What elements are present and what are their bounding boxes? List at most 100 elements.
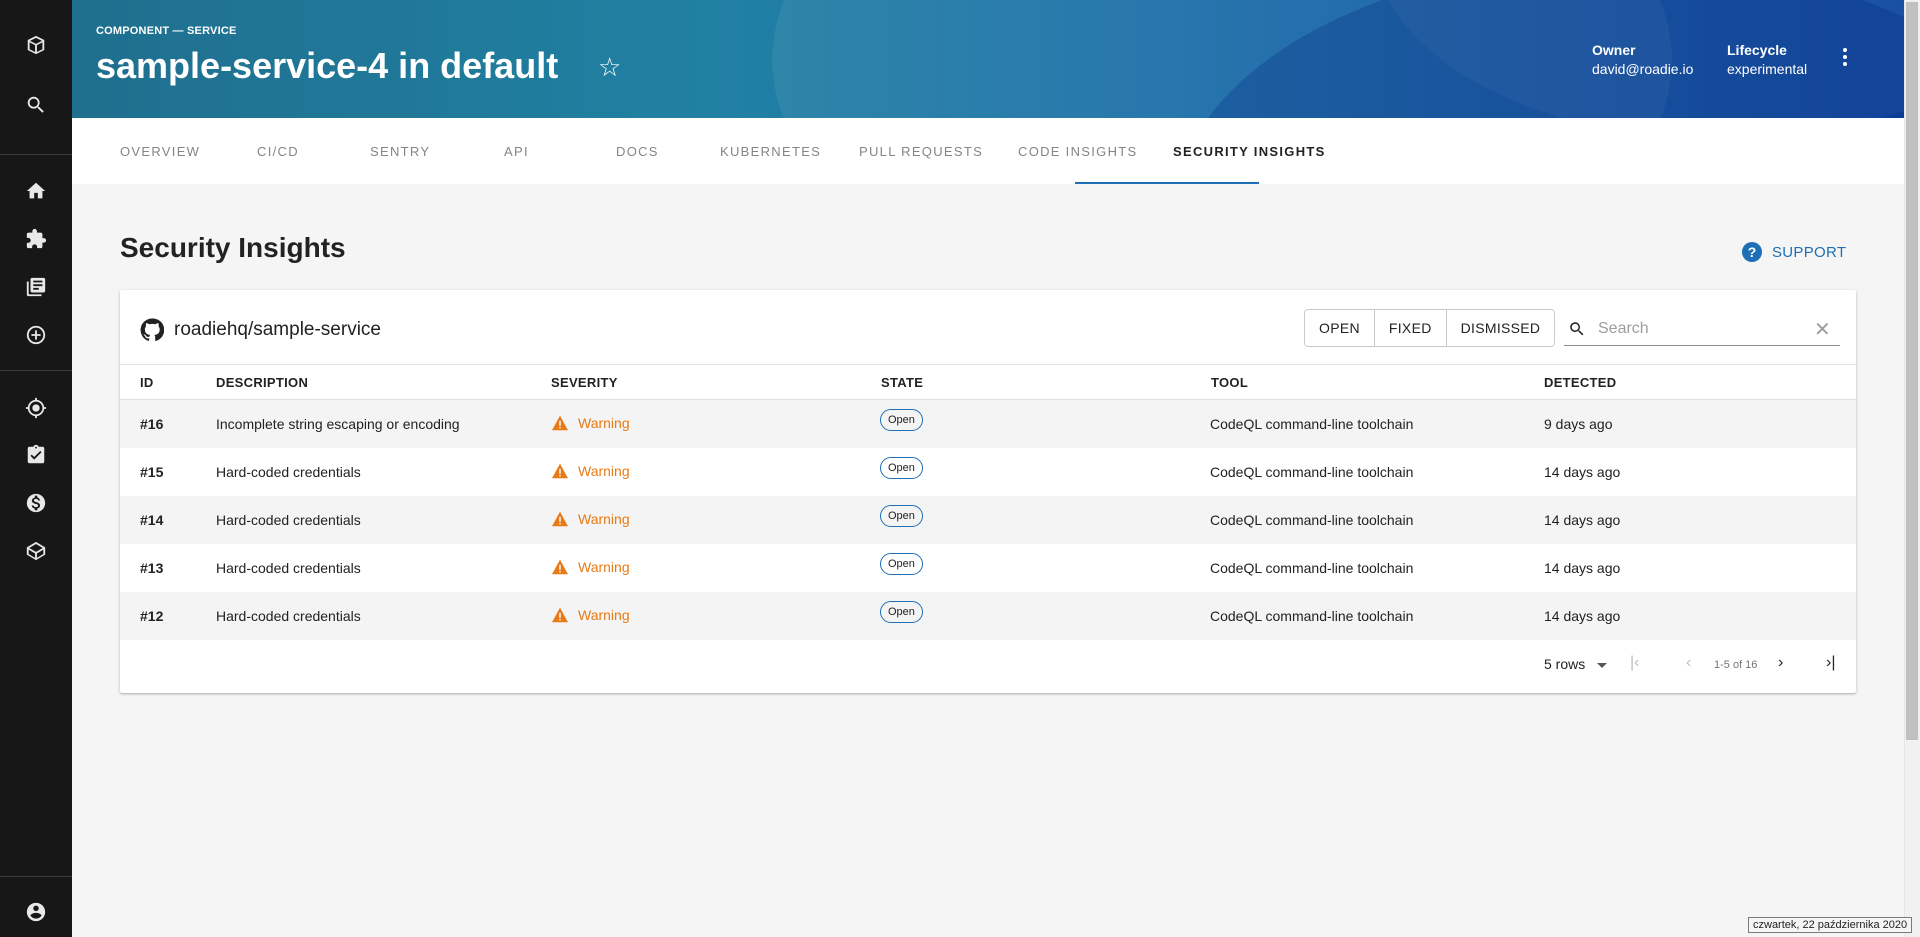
severity-cell: Warning (551, 607, 630, 623)
state-badge: Open (880, 601, 923, 623)
state-badge: Open (880, 409, 923, 431)
target-icon[interactable] (24, 396, 48, 420)
severity-label: Warning (578, 511, 630, 527)
alert-description: Incomplete string escaping or encoding (216, 416, 460, 432)
state-badge: Open (880, 457, 923, 479)
graph-icon[interactable] (24, 539, 48, 563)
filter-fixed-button[interactable]: FIXED (1375, 310, 1447, 346)
support-button[interactable]: ? SUPPORT (1742, 242, 1846, 262)
warning-icon (552, 415, 568, 431)
tab-ci-cd[interactable]: CI/CD (257, 144, 299, 159)
filter-dismissed-button[interactable]: DISMISSED (1447, 310, 1555, 346)
lifecycle-meta: Lifecycle experimental (1727, 42, 1807, 77)
dollar-icon[interactable] (24, 491, 48, 515)
search-icon (1570, 322, 1584, 336)
alert-id: #14 (140, 512, 164, 528)
column-header-description[interactable]: DESCRIPTION (216, 375, 308, 390)
state-filter-group: OPEN FIXED DISMISSED (1304, 309, 1556, 347)
state-badge: Open (880, 505, 923, 527)
alert-tool: CodeQL command-line toolchain (1210, 608, 1414, 624)
page-range: 1-5 of 16 (1714, 659, 1758, 671)
help-icon: ? (1742, 242, 1762, 262)
alert-id: #15 (140, 464, 164, 480)
search-input[interactable] (1598, 317, 1808, 341)
lifecycle-label: Lifecycle (1727, 42, 1787, 58)
tab-overview[interactable]: OVERVIEW (120, 144, 200, 159)
tab-pull-requests[interactable]: PULL REQUESTS (859, 144, 983, 159)
sidebar-divider (0, 370, 72, 371)
next-page-icon[interactable]: › (1778, 654, 1783, 672)
alert-detected: 14 days ago (1544, 560, 1621, 576)
alert-description: Hard-coded credentials (216, 512, 361, 528)
column-header-severity[interactable]: SEVERITY (551, 375, 618, 390)
alert-tool: CodeQL command-line toolchain (1210, 464, 1414, 480)
alert-detected: 14 days ago (1544, 608, 1621, 624)
table-row[interactable]: #14 Hard-coded credentials Warning Open … (120, 496, 1856, 544)
severity-label: Warning (578, 415, 630, 431)
owner-value[interactable]: david@roadie.io (1592, 61, 1693, 77)
star-icon[interactable]: ☆ (598, 52, 621, 83)
alert-description: Hard-coded credentials (216, 608, 361, 624)
alert-id: #12 (140, 608, 164, 624)
page-header-title: sample-service-4 in default (96, 45, 559, 86)
tab-security-insights[interactable]: SECURITY INSIGHTS (1173, 144, 1326, 159)
sidebar-divider (0, 154, 72, 155)
column-header-detected[interactable]: DETECTED (1544, 375, 1616, 390)
severity-label: Warning (578, 559, 630, 575)
first-page-icon[interactable]: |‹ (1630, 654, 1639, 672)
previous-page-icon[interactable]: ‹ (1686, 654, 1691, 672)
column-header-id[interactable]: ID (140, 375, 154, 390)
alert-id: #16 (140, 416, 164, 432)
column-header-state[interactable]: STATE (881, 375, 923, 390)
security-insights-card: roadiehq/sample-service OPEN FIXED DISMI… (120, 290, 1856, 693)
alert-id: #13 (140, 560, 164, 576)
add-circle-icon[interactable] (24, 323, 48, 347)
caret-down-icon (1597, 662, 1608, 668)
alert-description: Hard-coded credentials (216, 560, 361, 576)
warning-icon (552, 463, 568, 479)
table-header: ID DESCRIPTION SEVERITY STATE TOOL DETEC… (120, 364, 1856, 400)
table-row[interactable]: #12 Hard-coded credentials Warning Open … (120, 592, 1856, 640)
puzzle-icon[interactable] (24, 227, 48, 251)
tab-api[interactable]: API (504, 144, 529, 159)
sidebar (0, 0, 72, 937)
table-row[interactable]: #16 Incomplete string escaping or encodi… (120, 400, 1856, 448)
alert-description: Hard-coded credentials (216, 464, 361, 480)
tab-code-insights[interactable]: CODE INSIGHTS (1018, 144, 1137, 159)
alert-tool: CodeQL command-line toolchain (1210, 560, 1414, 576)
tab-docs[interactable]: DOCS (616, 144, 659, 159)
tab-bar: OVERVIEW CI/CD SENTRY API DOCS KUBERNETE… (72, 118, 1904, 184)
github-icon (140, 318, 164, 342)
pagination: 5 rows |‹ ‹ 1-5 of 16 › ›| (120, 650, 1856, 680)
taskbar-date-tooltip: czwartek, 22 października 2020 (1748, 917, 1913, 933)
table-row[interactable]: #15 Hard-coded credentials Warning Open … (120, 448, 1856, 496)
assignment-check-icon[interactable] (24, 443, 48, 467)
alert-detected: 9 days ago (1544, 416, 1613, 432)
tab-sentry[interactable]: SENTRY (370, 144, 430, 159)
column-header-tool[interactable]: TOOL (1211, 375, 1248, 390)
table-row[interactable]: #13 Hard-coded credentials Warning Open … (120, 544, 1856, 592)
library-icon[interactable] (24, 275, 48, 299)
filter-open-button[interactable]: OPEN (1305, 310, 1375, 346)
home-icon[interactable] (24, 179, 48, 203)
state-badge: Open (880, 553, 923, 575)
rows-per-page-select[interactable]: 5 rows (1544, 656, 1608, 672)
more-vert-icon[interactable] (1842, 48, 1848, 70)
search-icon[interactable] (24, 93, 48, 117)
entity-header: COMPONENT — SERVICE sample-service-4 in … (72, 0, 1904, 118)
account-circle-icon[interactable] (24, 900, 48, 924)
tab-kubernetes[interactable]: KUBERNETES (720, 144, 821, 159)
clear-search-icon[interactable]: ✕ (1814, 317, 1831, 342)
alert-tool: CodeQL command-line toolchain (1210, 416, 1414, 432)
alert-detected: 14 days ago (1544, 512, 1621, 528)
repo-name: roadiehq/sample-service (174, 319, 381, 340)
last-page-icon[interactable]: ›| (1826, 654, 1835, 672)
severity-cell: Warning (551, 463, 630, 479)
support-label: SUPPORT (1772, 243, 1847, 261)
roadie-logo-icon[interactable] (24, 33, 48, 57)
alert-detected: 14 days ago (1544, 464, 1621, 480)
severity-cell: Warning (551, 415, 630, 431)
warning-icon (552, 511, 568, 527)
page-title: Security Insights (120, 232, 346, 263)
page-scrollbar-thumb[interactable] (1906, 2, 1918, 740)
